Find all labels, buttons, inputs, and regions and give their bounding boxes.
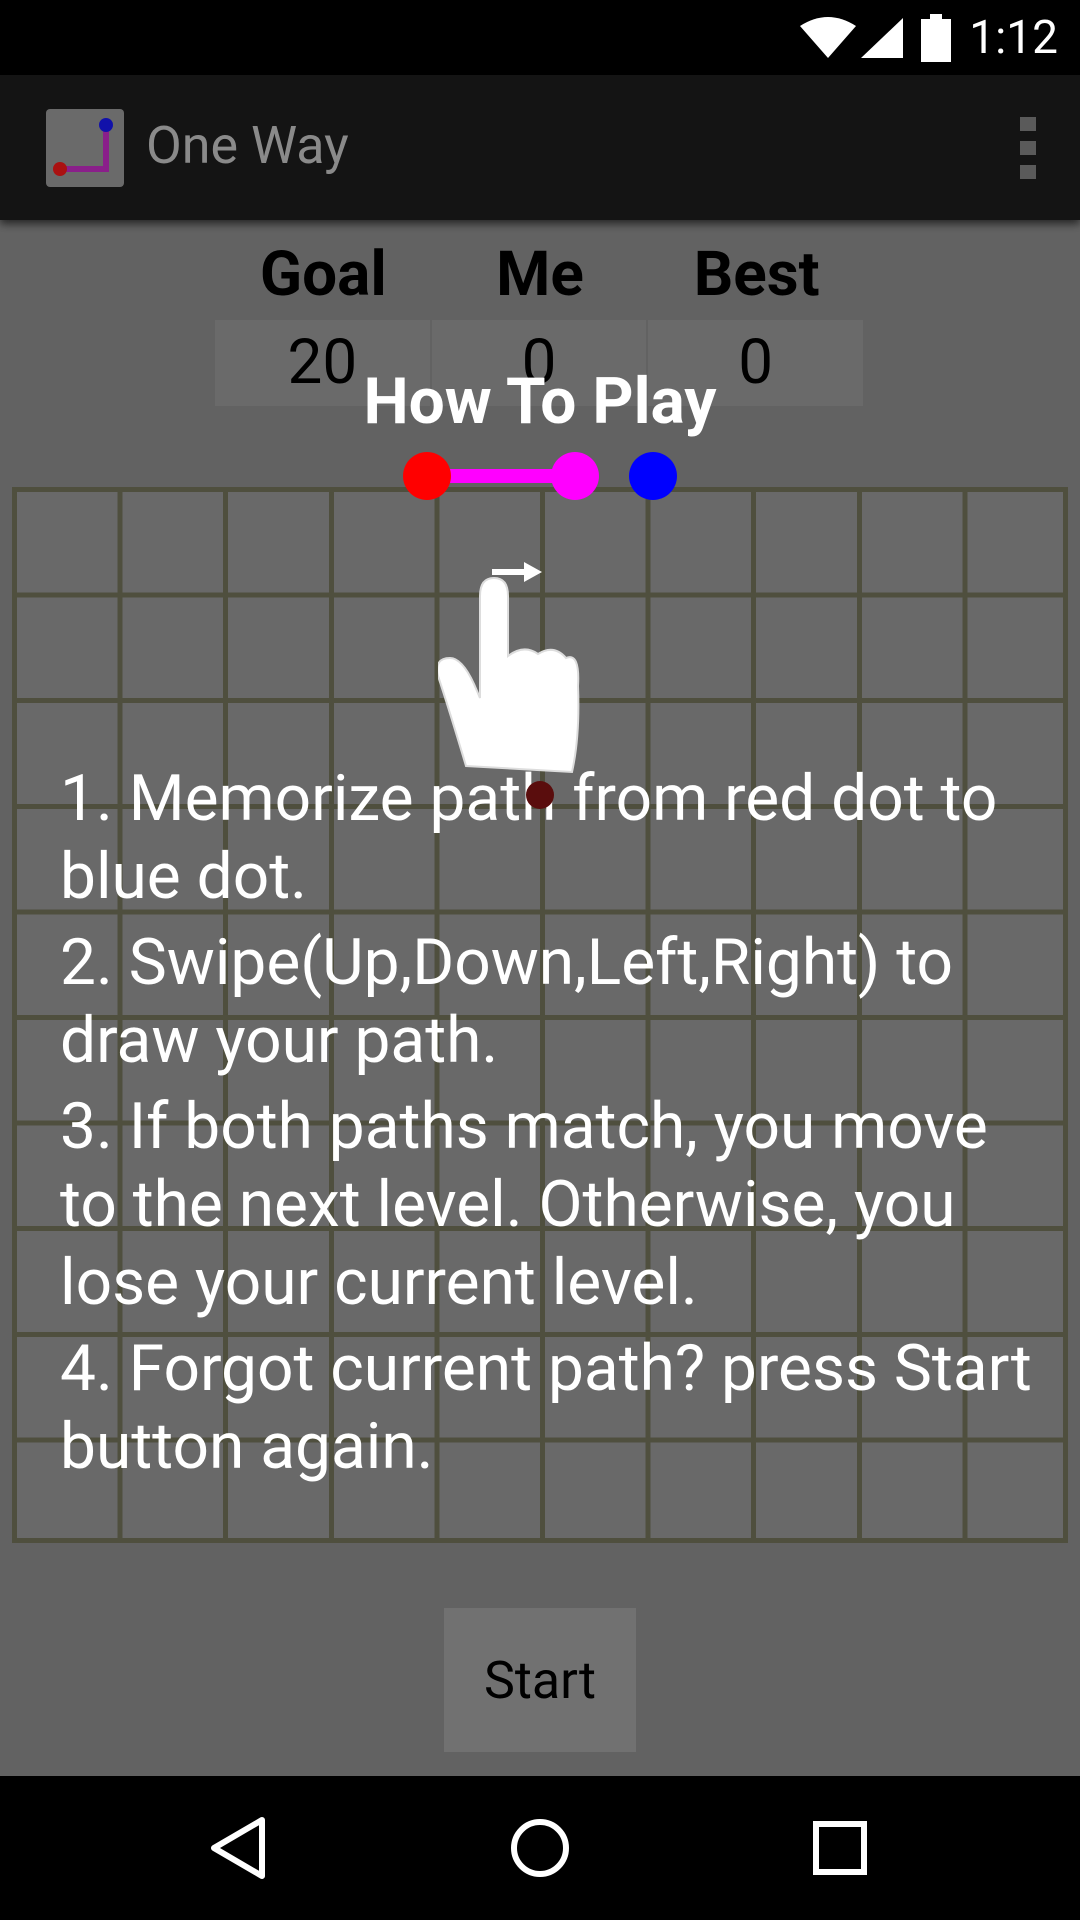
instruction-step-4: 4. Forgot current path? press Start butt… <box>60 1331 1032 1484</box>
navigation-bar <box>0 1776 1080 1920</box>
instruction-step-1: 1. Memorize path from red dot to blue do… <box>60 761 998 914</box>
signal-icon <box>861 17 904 58</box>
instruction-step-2: 2. Swipe(Up,Down,Left,Right) to draw you… <box>60 925 953 1078</box>
status-bar: 1:12 <box>0 0 1080 75</box>
magenta-dot-icon <box>551 452 599 500</box>
board-dot <box>526 781 554 809</box>
recents-icon[interactable] <box>800 1808 880 1888</box>
app-title: One Way <box>146 115 349 176</box>
instruction-step-3: 3. If both paths match, you move to the … <box>60 1089 988 1320</box>
overflow-menu-icon[interactable] <box>1016 117 1040 179</box>
home-icon[interactable] <box>500 1808 580 1888</box>
swipe-hand-icon <box>438 562 580 774</box>
status-time: 1:12 <box>969 10 1058 65</box>
how-to-play-overlay[interactable]: How To Play 1. Memorize path from red do… <box>0 220 1080 1776</box>
back-icon[interactable] <box>200 1808 280 1888</box>
instructions: 1. Memorize path from red dot to blue do… <box>60 760 1050 1494</box>
app-logo <box>46 109 124 187</box>
path-demo <box>403 452 677 500</box>
app-bar: One Way <box>0 75 1080 220</box>
how-to-play-title: How To Play <box>363 364 717 439</box>
blue-dot-icon <box>629 452 677 500</box>
status-icons: 1:12 <box>799 0 1080 75</box>
red-dot-icon <box>403 452 451 500</box>
wifi-icon <box>800 16 857 58</box>
battery-icon <box>921 13 952 62</box>
